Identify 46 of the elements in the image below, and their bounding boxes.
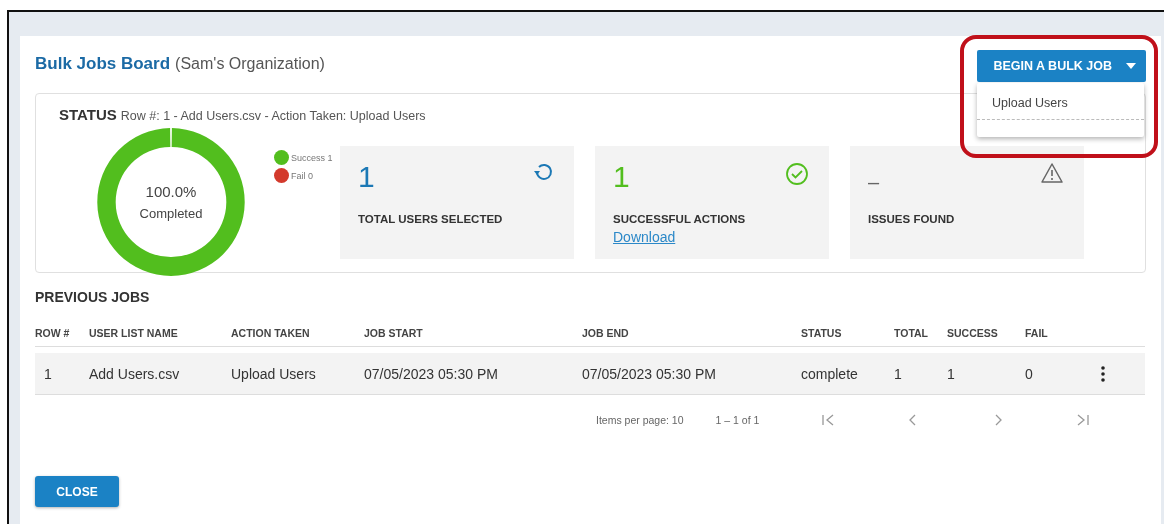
more-options-icon[interactable]	[1101, 365, 1105, 382]
column-header: STATUS	[801, 327, 843, 339]
table-cell-text: 1	[947, 365, 956, 382]
page-range: 1 – 1 of 1	[715, 414, 760, 426]
status-detail: Row #: 1 - Add Users.csv - Action Taken: Upload Users	[120, 109, 426, 123]
warning-icon	[1040, 162, 1064, 184]
table-cell-text: 1	[43, 365, 53, 382]
download-link[interactable]: Download	[613, 229, 676, 245]
check-circle-icon	[785, 162, 809, 186]
stat-value: –	[868, 170, 880, 195]
begin-bulk-job-button[interactable]: BEGIN A BULK JOB	[977, 50, 1146, 82]
completion-caption: Completed	[139, 206, 203, 221]
items-per-page: Items per page: 10	[596, 414, 684, 426]
stat-value: 1	[358, 162, 375, 192]
stat-label: TOTAL USERS SELECTED	[358, 213, 504, 225]
column-header: USER LIST NAME	[89, 327, 179, 339]
column-header: JOB START	[364, 327, 424, 339]
status-heading: STATUS	[59, 106, 117, 123]
stat-value: 1	[613, 162, 630, 192]
table-cell-text: 1	[894, 365, 903, 382]
table-cell-text: Add Users.csv	[89, 365, 181, 382]
caret-icon	[1126, 63, 1136, 69]
table-cell-text: complete	[801, 365, 859, 382]
column-header: SUCCESS	[947, 327, 999, 339]
board-title: Bulk Jobs Board	[35, 54, 171, 73]
column-header: JOB END	[582, 327, 630, 339]
legend-label: Success 1	[291, 152, 333, 163]
last-page-icon[interactable]	[1076, 413, 1091, 427]
column-header: FAIL	[1025, 327, 1049, 339]
column-header: TOTAL	[894, 327, 930, 339]
menu-item[interactable]: Upload Users	[977, 83, 1144, 115]
table-cell-text: 07/05/2023 05:30 PM	[582, 365, 717, 382]
close-button[interactable]: CLOSE	[35, 476, 119, 507]
table-cell-text: 07/05/2023 05:30 PM	[364, 365, 499, 382]
first-page-icon[interactable]	[821, 413, 836, 427]
legend-label: Fail 0	[291, 170, 313, 181]
organization-name: (Sam's Organization)	[175, 55, 325, 72]
column-header: ACTION TAKEN	[231, 327, 311, 339]
table-cell-text: Upload Users	[231, 365, 317, 382]
stat-label: ISSUES FOUND	[868, 213, 956, 225]
table-cell-text: 0	[1025, 365, 1034, 382]
completion-percent: 100.0%	[145, 183, 197, 200]
column-header: ROW #	[35, 327, 71, 339]
stat-label: SUCCESSFUL ACTIONS	[613, 213, 747, 225]
refresh-icon	[532, 162, 554, 182]
previous-jobs-heading: PREVIOUS JOBS	[35, 289, 151, 305]
